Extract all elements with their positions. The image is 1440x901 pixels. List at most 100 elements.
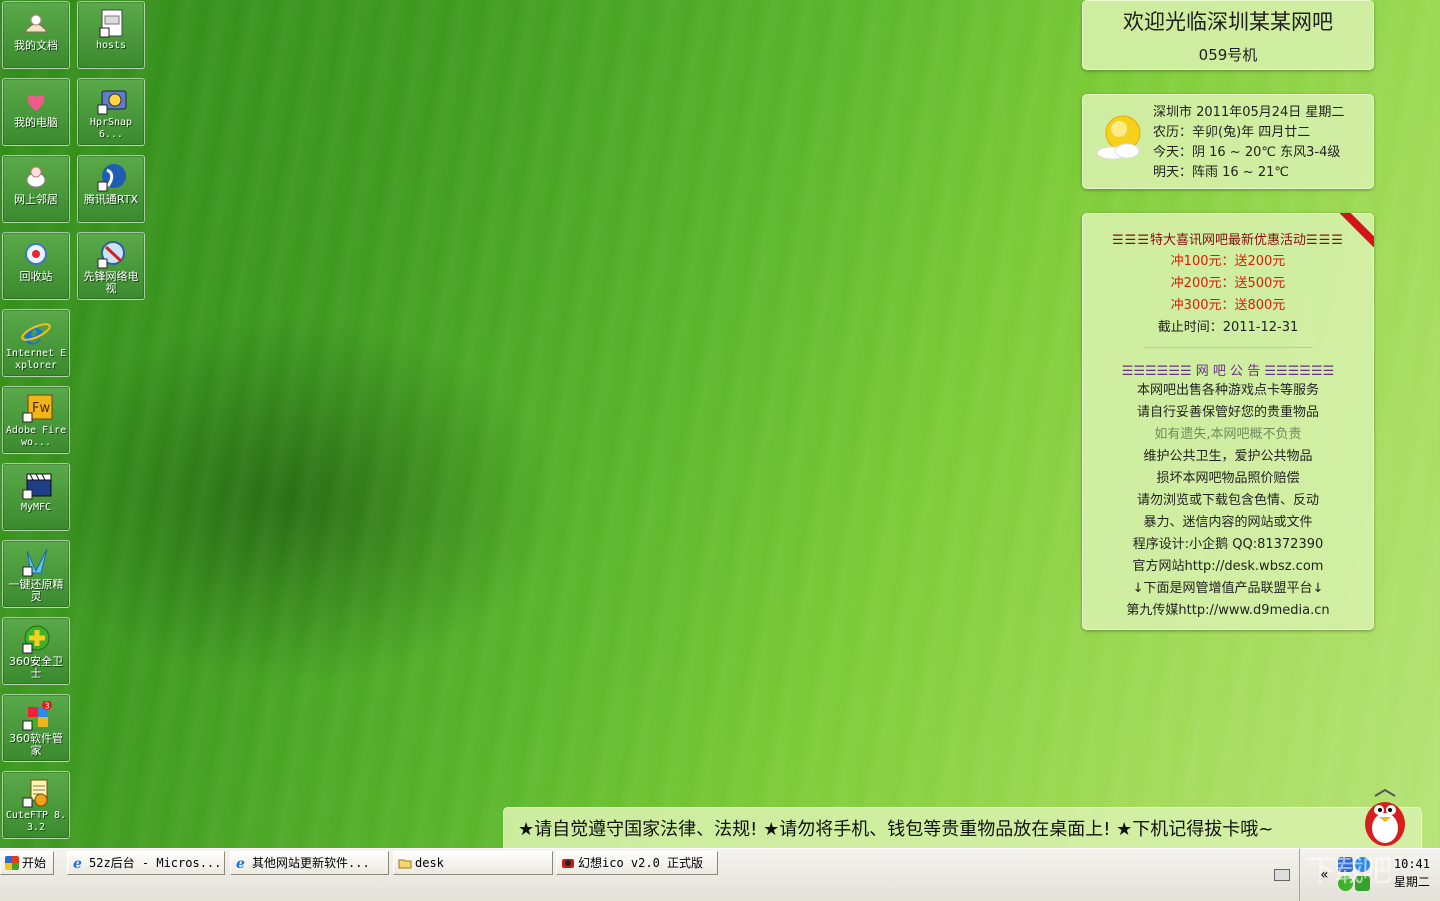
heading-bars: ☰☰☰☰☰☰ — [1264, 364, 1335, 379]
icon-label: 腾讯通RTX — [83, 193, 139, 206]
machine-number: 059号机 — [1198, 46, 1258, 64]
ie-icon: e — [235, 855, 249, 872]
desktop-icon-my-documents[interactable]: 我的文档 — [2, 1, 70, 69]
notice-line: 暴力、迷信内容的网站或文件 — [1143, 515, 1313, 530]
taskbar-button-label: 其他网站更新软件... — [252, 856, 370, 870]
desktop-icon-hosts[interactable]: hosts — [77, 1, 145, 69]
notice-link[interactable]: 官方网站http://desk.wbsz.com — [1083, 556, 1373, 578]
desktop-icon-hypersnap[interactable]: HprSnap6... — [77, 78, 145, 146]
heading-bars: ☰☰☰☰☰☰ — [1121, 364, 1192, 379]
icon-label: Adobe Firewo... — [5, 425, 67, 448]
heading-bars: ☰☰☰ — [1112, 233, 1150, 248]
icon-label: 360软件管家 — [9, 732, 63, 757]
taskbar: 开始 e 52z后台 - Micros... e 其他网站更新软件... desk … — [0, 848, 1440, 901]
desktop-icon-cuteftp[interactable]: CuteFTP 8.3.2 — [2, 771, 70, 839]
desktop-icon-mymfc[interactable]: MyMFC — [2, 463, 70, 531]
360-safe-icon — [19, 624, 53, 656]
icon-label: 回收站 — [19, 270, 53, 283]
desktop-icon-restore[interactable]: 一键还原精灵 — [2, 540, 70, 608]
welcome-panel: 欢迎光临深圳某某网吧 059号机 — [1082, 0, 1374, 70]
clapper-icon — [19, 470, 53, 502]
notice-title: 网 吧 公 告 — [1195, 364, 1261, 379]
notice-line: 维护公共卫生，爱护公共物品 — [1143, 449, 1313, 464]
notice-line: 请勿浏览或下载包含色情、反动 — [1136, 493, 1319, 508]
desktop-icon-my-computer[interactable]: 我的电脑 — [2, 78, 70, 146]
taskbar-button-desk[interactable]: desk — [393, 851, 553, 875]
my-computer-icon — [19, 85, 53, 117]
shield-icon[interactable] — [1355, 876, 1370, 891]
taskbar-button-52z[interactable]: e 52z后台 - Micros... — [67, 851, 225, 875]
desktop-icon-fireworks[interactable]: Fw Adobe Firewo... — [2, 386, 70, 454]
desktop-icon-360-safe[interactable]: 360安全卫士 — [2, 617, 70, 685]
keyboard-icon[interactable] — [1274, 869, 1290, 881]
fireworks-icon: Fw — [19, 393, 53, 425]
cuteftp-icon — [19, 778, 53, 810]
taskbar-button-label: 幻想ico v2.0 正式版 — [578, 856, 704, 870]
icon-label: 我的电脑 — [14, 116, 58, 129]
ie-icon: e — [19, 316, 53, 352]
network-tv-icon — [94, 239, 128, 271]
taskbar-button-site-update[interactable]: e 其他网站更新软件... — [230, 851, 389, 875]
svg-text:Fw: Fw — [32, 401, 50, 416]
icon-label: 360安全卫士 — [9, 655, 63, 680]
rtx-tray-icon[interactable] — [1355, 857, 1370, 872]
start-label: 开始 — [22, 856, 47, 870]
windows-logo-icon — [5, 856, 19, 870]
offer-item: 冲300元：送800元 — [1170, 298, 1286, 313]
notice-line: 本网吧出售各种游戏点卡等服务 — [1136, 383, 1319, 398]
desktop-icon-network-places[interactable]: 网上邻居 — [2, 155, 70, 223]
clock[interactable]: 10:41 星期二 — [1394, 855, 1430, 891]
my-documents-icon — [19, 8, 53, 40]
notice-line: 损坏本网吧物品照价赔偿 — [1156, 471, 1300, 486]
heading-bars: ☰☰☰ — [1306, 233, 1344, 248]
desktop-icon-recycle-bin[interactable]: 回收站 — [2, 232, 70, 300]
svg-text:e: e — [236, 856, 245, 870]
folder-icon — [398, 855, 412, 869]
desktop-icon-360-software[interactable]: 3 360软件管家 — [2, 694, 70, 762]
taskbar-button-label: desk — [415, 856, 444, 870]
icon-label: CuteFTP 8.3.2 — [5, 810, 67, 833]
clock-time: 10:41 — [1393, 857, 1430, 871]
sun-cloud-icon — [1096, 115, 1141, 160]
promo-heading: ☰☰☰特大喜讯网吧最新优惠活动☰☰☰ — [1083, 229, 1373, 248]
offer-item: 冲200元：送500元 — [1170, 276, 1286, 291]
icon-label: MyMFC — [20, 502, 52, 513]
network-places-icon — [19, 162, 53, 194]
app-icon — [561, 855, 575, 869]
system-tray: « 10:41 星期二 — [1274, 849, 1440, 901]
notice-line: 请自行妥善保管好您的贵重物品 — [1136, 405, 1319, 420]
weather-lunar: 农历：辛卯(兔)年 四月廿二 — [1153, 125, 1311, 140]
weather-panel: 深圳市 2011年05月24日 星期二 农历：辛卯(兔)年 四月廿二 今天：阴 … — [1082, 94, 1374, 189]
notification-badge: 3 — [45, 702, 50, 711]
notice-link[interactable]: 第九传媒http://www.d9media.cn — [1083, 600, 1373, 622]
notice-line: 如有遗失,本网吧概不负责 — [1154, 427, 1302, 442]
360-tray-icon[interactable] — [1338, 876, 1353, 891]
360-software-icon: 3 — [19, 700, 53, 733]
taskbar-button-huanxiang-ico[interactable]: 幻想ico v2.0 正式版 — [556, 851, 718, 875]
restore-icon — [19, 547, 53, 579]
welcome-title: 欢迎光临深圳某某网吧 — [1123, 10, 1333, 34]
clock-weekday: 星期二 — [1393, 875, 1430, 889]
weather-tomorrow: 明天：阵雨 16 ~ 21℃ — [1153, 165, 1289, 180]
desktop-icon-rtx[interactable]: 腾讯通RTX — [77, 155, 145, 223]
marquee-banner: ★请自觉遵守国家法律、法规! ★请勿将手机、钱包等贵重物品放在桌面上! ★下机记… — [503, 807, 1422, 849]
promo-title: 特大喜讯网吧最新优惠活动 — [1149, 233, 1306, 248]
hypersnap-icon — [94, 85, 128, 117]
desktop-icon-internet-explorer[interactable]: e Internet Explorer — [2, 309, 70, 377]
notice-heading: ☰☰☰☰☰☰ 网 吧 公 告 ☰☰☰☰☰☰ — [1083, 360, 1373, 379]
notice-line: 程序设计:小企鹅 QQ:81372390 — [1132, 537, 1324, 552]
svg-text:e: e — [73, 856, 82, 870]
icon-label: HprSnap6... — [89, 117, 133, 140]
start-button[interactable]: 开始 — [0, 851, 54, 875]
icon-label: hosts — [95, 40, 127, 51]
offer-item: 冲100元：送200元 — [1170, 254, 1286, 269]
file-icon — [94, 8, 128, 40]
tray-expand-button[interactable]: « — [1320, 867, 1329, 883]
network-icon[interactable] — [1338, 857, 1353, 872]
recycle-bin-icon — [19, 239, 53, 271]
weather-date: 深圳市 2011年05月24日 星期二 — [1153, 105, 1345, 120]
corner-ribbon — [1340, 213, 1374, 247]
desktop-icon-network-tv[interactable]: 先锋网络电视 — [77, 232, 145, 300]
weather-today: 今天：阴 16 ~ 20℃ 东风3-4级 — [1153, 145, 1341, 160]
penguin-mascot-icon[interactable] — [1350, 788, 1420, 848]
